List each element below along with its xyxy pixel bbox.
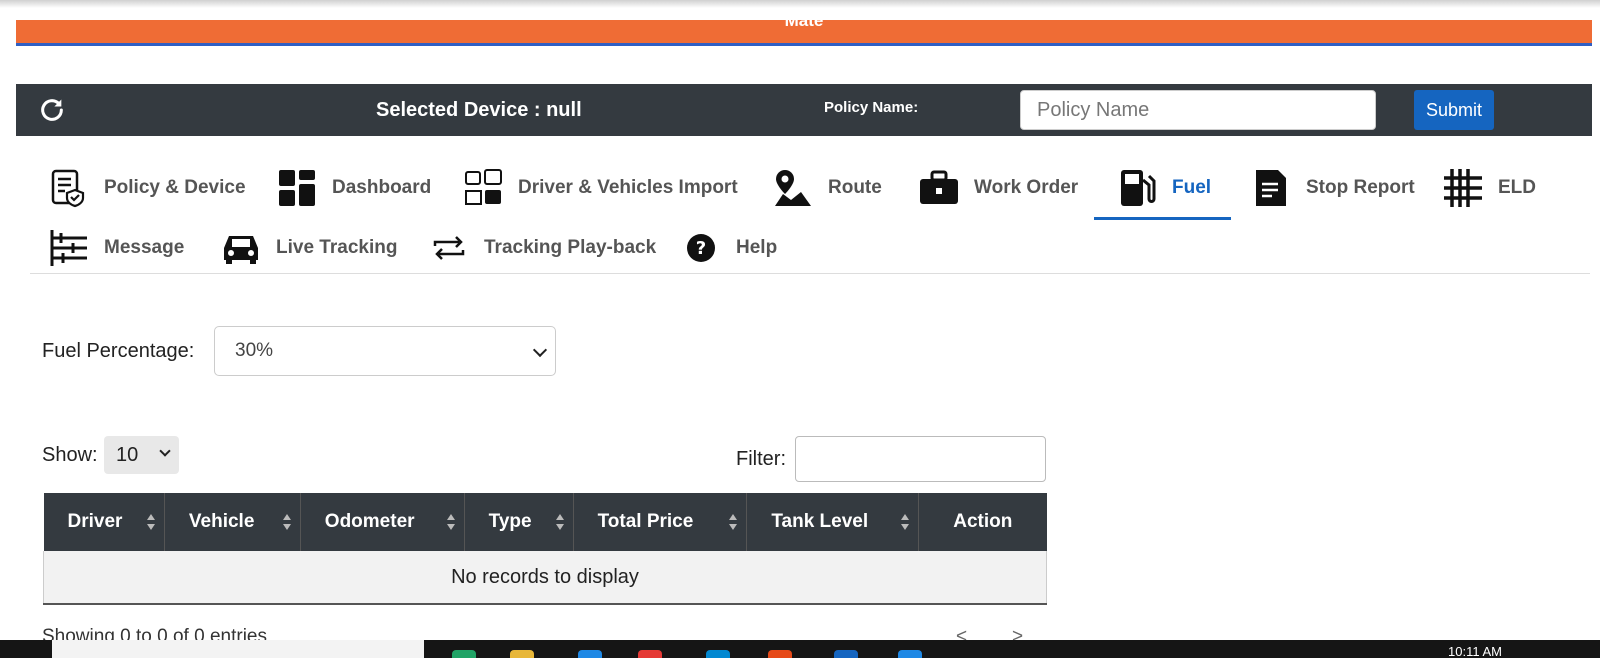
folder-icon[interactable]	[510, 650, 534, 658]
sort-icon	[446, 514, 455, 530]
column-header-action: Action	[918, 493, 1047, 551]
show-entries-label: Show:	[42, 444, 98, 466]
tab-label: Fuel	[1172, 177, 1212, 198]
column-header-total-price[interactable]: Total Price	[573, 493, 748, 551]
tab-label: Tracking Play-back	[484, 237, 657, 258]
document-icon	[1250, 167, 1292, 209]
table-header-row: Driver Vehicle Odometer Type Total Price…	[43, 493, 1047, 551]
tab-label: ELD	[1498, 177, 1536, 198]
device-toolbar: Selected Device : null Policy Name: Subm…	[16, 84, 1592, 136]
window-top-edge	[0, 0, 1600, 8]
tab-label: Dashboard	[332, 177, 432, 198]
tab-label: Driver & Vehicles Import	[518, 177, 738, 198]
tab-label: Help	[736, 237, 778, 258]
table-row: No records to display	[43, 551, 1047, 605]
main-tabs: Policy & Device Dashboard Driver & Vehic…	[30, 150, 1590, 274]
dashboard-grid-icon	[276, 167, 318, 209]
chevron-down-icon	[532, 342, 548, 358]
selected-device-text: Selected Device : null	[376, 99, 582, 121]
page-size-select[interactable]: 10	[104, 436, 179, 474]
policy-name-label: Policy Name:	[824, 99, 919, 116]
briefcase-icon	[918, 167, 960, 209]
taskbar-clock: 10:11 AM	[1448, 644, 1502, 658]
chrome-icon[interactable]	[638, 650, 662, 658]
column-header-driver[interactable]: Driver	[43, 493, 165, 551]
tab-label: Work Order	[974, 177, 1079, 198]
tab-message[interactable]: Message	[48, 218, 184, 278]
chevron-down-icon	[159, 445, 171, 457]
tab-live-tracking[interactable]: Live Tracking	[220, 218, 397, 278]
policy-check-icon	[48, 167, 90, 209]
fuel-percentage-value: 30%	[235, 340, 274, 361]
tab-fuel[interactable]: Fuel	[1093, 158, 1232, 220]
tab-eld[interactable]: ELD	[1442, 158, 1536, 218]
tab-label: Policy & Device	[104, 177, 246, 198]
sort-icon	[282, 514, 291, 530]
skype-icon[interactable]	[706, 650, 730, 658]
sort-icon	[901, 514, 910, 530]
app-icon[interactable]	[768, 650, 792, 658]
fuel-percentage-select[interactable]: 30%	[214, 326, 556, 376]
fuel-pump-icon	[1116, 167, 1158, 209]
excel-icon[interactable]	[452, 650, 476, 658]
refresh-icon[interactable]	[38, 96, 66, 124]
empty-message: No records to display	[43, 551, 1047, 605]
fuel-percentage-label: Fuel Percentage:	[42, 340, 195, 362]
filter-label: Filter:	[736, 448, 786, 470]
sort-icon	[729, 514, 738, 530]
grid-lines-icon	[1442, 167, 1484, 209]
app-banner: Mate	[16, 20, 1592, 46]
car-icon	[220, 227, 262, 269]
tab-policy-device[interactable]: Policy & Device	[48, 158, 246, 218]
app-icon[interactable]	[578, 650, 602, 658]
taskbar: 10:11 AM	[0, 640, 1600, 658]
column-header-odometer[interactable]: Odometer	[300, 493, 465, 551]
tab-route[interactable]: Route	[772, 158, 882, 218]
policy-name-input[interactable]	[1020, 90, 1376, 130]
app-icon[interactable]	[898, 650, 922, 658]
help-circle-icon: ?	[680, 227, 722, 269]
tab-label: Live Tracking	[276, 237, 398, 258]
tab-label: Stop Report	[1306, 177, 1415, 198]
tab-tracking-playback[interactable]: Tracking Play-back	[428, 218, 656, 278]
sort-icon	[555, 514, 564, 530]
import-icon	[462, 167, 504, 209]
tab-help[interactable]: ? Help	[680, 218, 777, 278]
page-size-value: 10	[116, 443, 139, 466]
tab-stop-report[interactable]: Stop Report	[1250, 158, 1415, 218]
map-pin-icon	[772, 167, 814, 209]
column-header-vehicle[interactable]: Vehicle	[164, 493, 301, 551]
tab-label: Message	[104, 237, 185, 258]
tab-label: Route	[828, 177, 882, 198]
column-header-tank-level[interactable]: Tank Level	[746, 493, 920, 551]
column-header-type[interactable]: Type	[464, 493, 574, 551]
tab-driver-vehicles-import[interactable]: Driver & Vehicles Import	[462, 158, 738, 218]
filter-input[interactable]	[795, 436, 1046, 482]
tab-dashboard[interactable]: Dashboard	[276, 158, 431, 218]
svg-text:?: ?	[696, 238, 706, 259]
banner-title: Mate	[784, 20, 824, 30]
sort-icon	[146, 514, 155, 530]
submit-button[interactable]: Submit	[1414, 90, 1494, 130]
taskbar-search[interactable]	[52, 640, 424, 658]
repeat-icon	[428, 227, 470, 269]
tab-work-order[interactable]: Work Order	[918, 158, 1078, 218]
sliders-icon	[48, 227, 90, 269]
outlook-icon[interactable]	[834, 650, 858, 658]
fuel-table: Driver Vehicle Odometer Type Total Price…	[43, 493, 1047, 605]
